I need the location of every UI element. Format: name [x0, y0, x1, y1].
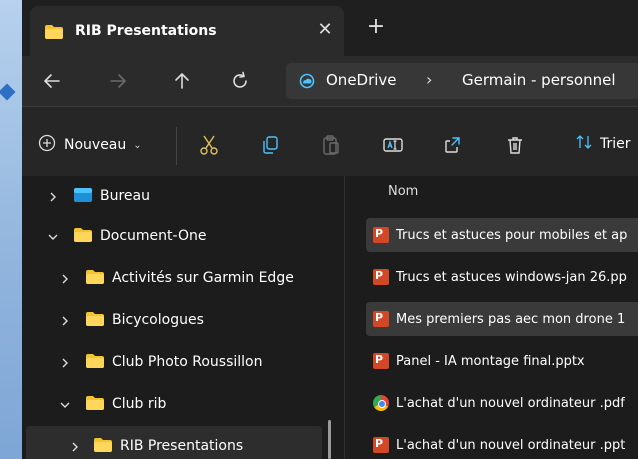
folder-icon: [86, 395, 104, 414]
sidebar-item-bureau[interactable]: Bureau: [22, 176, 334, 216]
plus-circle-icon: [38, 134, 56, 156]
chrome-pdf-file-icon: [373, 395, 389, 411]
powerpoint-file-icon: [373, 269, 389, 285]
breadcrumb-onedrive[interactable]: OneDrive: [326, 71, 397, 89]
copy-icon[interactable]: [260, 134, 282, 156]
sidebar-item-label: Document-One: [100, 228, 207, 244]
powerpoint-file-icon: [373, 311, 389, 327]
file-row[interactable]: L'achat d'un nouvel ordinateur .ppt: [366, 428, 638, 459]
navigation-pane: Bureau Document-One Activités sur Garmin…: [22, 176, 344, 459]
tab-title: RIB Presentations: [75, 23, 217, 39]
command-bar: Nouveau ⌄ Trier: [22, 106, 638, 176]
sidebar-item-document-one[interactable]: Document-One: [22, 216, 334, 256]
file-row[interactable]: Panel - IA montage final.pptx: [366, 344, 638, 378]
file-list: Nom Trucs et astuces pour mobiles et ap …: [345, 176, 638, 459]
sidebar-item-club-rib[interactable]: Club rib: [22, 384, 334, 424]
breadcrumb-separator[interactable]: ›: [426, 70, 432, 89]
chevron-right-icon[interactable]: [58, 355, 72, 369]
address-bar[interactable]: OneDrive › Germain - personnel: [286, 63, 638, 99]
sidebar-item-label: Club Photo Roussillon: [112, 354, 263, 370]
navigation-bar: OneDrive › Germain - personnel: [22, 56, 638, 106]
sort-arrows-icon: [575, 133, 593, 155]
chevron-right-icon[interactable]: [58, 271, 72, 285]
forward-arrow-icon[interactable]: [106, 69, 130, 93]
column-header-name[interactable]: Nom: [388, 184, 418, 199]
onedrive-icon: [298, 73, 316, 93]
sidebar-item-club-photo-roussillon[interactable]: Club Photo Roussillon: [22, 342, 334, 382]
sidebar-item-label: Bureau: [100, 188, 150, 204]
sidebar-item-rib-presentations[interactable]: RIB Presentations: [26, 426, 322, 459]
folder-icon: [45, 24, 63, 43]
file-name: Trucs et astuces windows-jan 26.pp: [396, 269, 627, 285]
folder-icon: [74, 227, 92, 246]
powerpoint-file-icon: [373, 227, 389, 243]
desktop-background: [0, 0, 22, 459]
folder-icon: [86, 353, 104, 372]
toolbar-divider: [176, 127, 177, 165]
file-row[interactable]: Trucs et astuces pour mobiles et ap: [366, 218, 638, 252]
folder-icon: [94, 437, 112, 456]
powerpoint-file-icon: [373, 353, 389, 369]
cut-icon[interactable]: [198, 134, 220, 156]
file-name: L'achat d'un nouvel ordinateur .pdf: [396, 395, 625, 411]
tab-rib-presentations[interactable]: RIB Presentations ✕: [30, 6, 344, 56]
file-name: Mes premiers pas aec mon drone 1: [396, 311, 626, 327]
back-arrow-icon[interactable]: [40, 69, 64, 93]
file-name: Panel - IA montage final.pptx: [396, 353, 585, 369]
desktop-folder-icon: [74, 187, 92, 206]
file-row[interactable]: L'achat d'un nouvel ordinateur .pdf: [366, 386, 638, 420]
sidebar-item-label: RIB Presentations: [120, 438, 244, 454]
file-row[interactable]: Trucs et astuces windows-jan 26.pp: [366, 260, 638, 294]
sidebar-item-label: Activités sur Garmin Edge: [112, 270, 294, 286]
sort-button[interactable]: Trier: [575, 133, 631, 155]
sidebar-scrollbar[interactable]: [328, 420, 331, 459]
sidebar-item-activites-garmin[interactable]: Activités sur Garmin Edge: [22, 258, 334, 298]
chevron-down-icon: ⌄: [133, 139, 142, 151]
sort-button-label: Trier: [600, 136, 631, 152]
folder-icon: [86, 311, 104, 330]
sidebar-item-label: Club rib: [112, 396, 167, 412]
file-row[interactable]: Mes premiers pas aec mon drone 1: [366, 302, 638, 336]
chevron-down-icon[interactable]: [46, 229, 60, 243]
delete-icon[interactable]: [504, 134, 526, 156]
rename-icon[interactable]: [382, 134, 404, 156]
new-button[interactable]: Nouveau ⌄: [38, 133, 142, 157]
chevron-down-icon[interactable]: [58, 397, 72, 411]
close-tab-button[interactable]: ✕: [313, 18, 337, 42]
folder-icon: [86, 269, 104, 288]
up-arrow-icon[interactable]: [170, 69, 194, 93]
breadcrumb-germain-personnel[interactable]: Germain - personnel: [462, 71, 616, 89]
paste-icon[interactable]: [320, 134, 342, 156]
powerpoint-file-icon: [373, 437, 389, 453]
new-button-label: Nouveau: [64, 137, 127, 153]
chevron-right-icon[interactable]: [68, 439, 82, 453]
sidebar-item-label: Bicycologues: [112, 312, 204, 328]
tab-strip: RIB Presentations ✕ +: [22, 0, 638, 56]
file-explorer-window: RIB Presentations ✕ + OneDrive › Germain…: [22, 0, 638, 459]
new-tab-button[interactable]: +: [364, 14, 388, 40]
refresh-icon[interactable]: [228, 69, 252, 93]
chevron-right-icon[interactable]: [58, 313, 72, 327]
share-icon[interactable]: [442, 134, 464, 156]
sidebar-item-bicycologues[interactable]: Bicycologues: [22, 300, 334, 340]
desktop-arrow-icon: [0, 83, 16, 101]
file-name: Trucs et astuces pour mobiles et ap: [396, 227, 628, 243]
file-name: L'achat d'un nouvel ordinateur .ppt: [396, 437, 626, 453]
chevron-right-icon[interactable]: [46, 189, 60, 203]
